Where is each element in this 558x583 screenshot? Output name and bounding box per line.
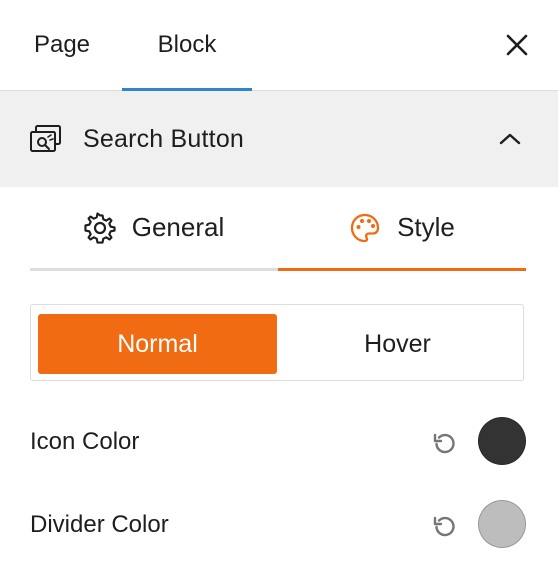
block-panel-header[interactable]: Search Button (0, 91, 558, 187)
sidebar-tabs: Page Block (0, 0, 558, 91)
settings-tabs: General Style (30, 187, 526, 271)
tab-page[interactable]: Page (22, 0, 102, 90)
reset-icon[interactable] (432, 430, 458, 456)
icon-color-label: Icon Color (30, 428, 140, 455)
chevron-up-icon (499, 133, 521, 145)
tab-page-label: Page (33, 31, 91, 58)
tab-general-label: General (131, 212, 225, 242)
state-toggle: Normal Hover (30, 304, 524, 381)
close-icon (506, 34, 528, 56)
hover-button[interactable]: Hover (278, 314, 517, 374)
icon-color-swatch[interactable] (478, 417, 526, 465)
divider-color-setting: Divider Color (30, 499, 528, 551)
palette-icon (350, 213, 380, 242)
close-button[interactable] (500, 28, 534, 62)
tab-block[interactable]: Block (122, 0, 252, 91)
collapse-button[interactable] (492, 121, 528, 157)
tab-style-label: Style (397, 212, 455, 242)
tab-block-label: Block (157, 31, 217, 58)
block-title: Search Button (83, 125, 245, 153)
tab-style[interactable]: Style (278, 187, 526, 271)
normal-button[interactable]: Normal (38, 314, 277, 374)
reset-icon[interactable] (432, 513, 458, 539)
gear-icon (84, 211, 116, 244)
search-block-icon (30, 125, 61, 152)
divider-color-swatch[interactable] (478, 500, 526, 548)
divider-color-label: Divider Color (30, 511, 169, 538)
icon-color-setting: Icon Color (30, 416, 528, 468)
tab-general[interactable]: General (30, 187, 278, 271)
